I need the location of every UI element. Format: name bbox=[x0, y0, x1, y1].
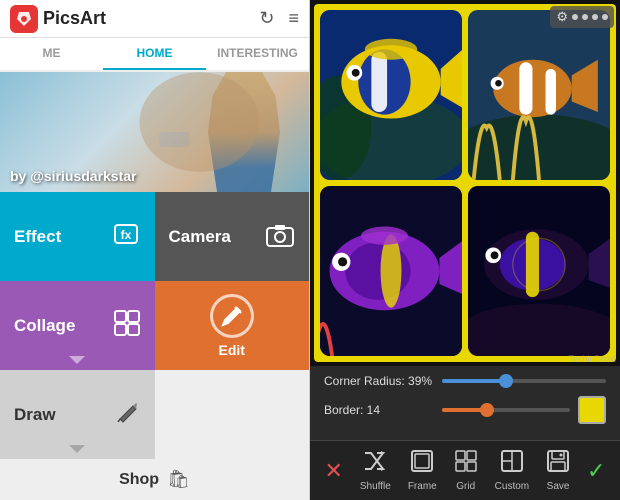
refresh-icon[interactable]: ↻ bbox=[259, 8, 274, 29]
corner-radius-fill bbox=[442, 379, 506, 383]
shuffle-button[interactable]: Shuffle bbox=[360, 449, 391, 492]
menu-item-draw[interactable]: Draw bbox=[0, 370, 155, 459]
menu-grid: Effect fx Camera Collage bbox=[0, 192, 309, 459]
save-button[interactable]: Save bbox=[546, 449, 570, 492]
photo-cell-2[interactable] bbox=[468, 10, 610, 180]
save-icon bbox=[546, 449, 570, 479]
gear-icon: ⚙ bbox=[556, 9, 568, 25]
hero-caption: by @siriusdarkstar bbox=[10, 168, 137, 184]
collage-arrow bbox=[69, 356, 85, 364]
frame-button[interactable]: Frame bbox=[408, 449, 437, 492]
dot-1 bbox=[572, 14, 578, 20]
bottom-toolbar: ✕ Shuffle Frame bbox=[310, 440, 620, 500]
border-label: Border: 14 bbox=[324, 403, 434, 417]
confirm-button[interactable]: ✓ bbox=[587, 458, 605, 484]
left-panel: PicsArt ↻ ≡ ME HOME INTERESTING by @siri… bbox=[0, 0, 310, 500]
custom-icon bbox=[500, 449, 524, 479]
corner-radius-track[interactable] bbox=[442, 379, 606, 383]
cancel-button[interactable]: ✕ bbox=[324, 458, 342, 484]
logo: PicsArt bbox=[10, 5, 106, 33]
edit-circle-icon bbox=[210, 294, 254, 338]
controls-area: Corner Radius: 39% Border: 14 bbox=[310, 366, 620, 440]
effect-icon: fx bbox=[111, 219, 141, 255]
tab-me[interactable]: ME bbox=[0, 38, 103, 70]
menu-item-camera[interactable]: Camera bbox=[155, 192, 310, 281]
dot-3 bbox=[592, 14, 598, 20]
shop-bar[interactable]: Shop 🛍 bbox=[0, 459, 309, 500]
draw-icon bbox=[115, 399, 141, 431]
dot-4 bbox=[602, 14, 608, 20]
gear-settings-overlay[interactable]: ⚙ bbox=[550, 6, 614, 28]
collage-icon bbox=[113, 309, 141, 343]
frame-icon bbox=[410, 449, 434, 479]
right-panel: ⚙ TechinDroid Corner Radius: 39% Border:… bbox=[310, 0, 620, 500]
logo-icon bbox=[10, 5, 38, 33]
border-track[interactable] bbox=[442, 408, 570, 412]
menu-item-effect[interactable]: Effect fx bbox=[0, 192, 155, 281]
border-color-swatch[interactable] bbox=[578, 396, 606, 424]
dot-2 bbox=[582, 14, 588, 20]
menu-item-collage[interactable]: Collage bbox=[0, 281, 155, 370]
corner-radius-thumb[interactable] bbox=[499, 374, 513, 388]
custom-button[interactable]: Custom bbox=[495, 449, 529, 492]
border-thumb[interactable] bbox=[480, 403, 494, 417]
app-header: PicsArt ↻ ≡ bbox=[0, 0, 309, 38]
header-icons: ↻ ≡ bbox=[259, 8, 299, 29]
collage-grid bbox=[314, 4, 616, 362]
collage-canvas: ⚙ TechinDroid bbox=[310, 0, 620, 366]
logo-text: PicsArt bbox=[43, 8, 106, 29]
photo-cell-4[interactable] bbox=[468, 186, 610, 356]
hero-banner: by @siriusdarkstar bbox=[0, 72, 309, 192]
shop-icon: 🛍 bbox=[167, 469, 190, 490]
watermark: TechinDroid bbox=[568, 354, 616, 364]
photo-cell-3[interactable] bbox=[320, 186, 462, 356]
border-row: Border: 14 bbox=[324, 396, 606, 424]
menu-item-edit[interactable]: Edit bbox=[155, 281, 310, 370]
draw-arrow bbox=[69, 445, 85, 453]
grid-button[interactable]: Grid bbox=[454, 449, 478, 492]
svg-text:fx: fx bbox=[120, 228, 131, 242]
photo-cell-1[interactable] bbox=[320, 10, 462, 180]
tab-interesting[interactable]: INTERESTING bbox=[206, 38, 309, 70]
tabs-bar: ME HOME INTERESTING bbox=[0, 38, 309, 72]
shuffle-icon bbox=[363, 449, 387, 479]
menu-icon[interactable]: ≡ bbox=[288, 8, 299, 29]
camera-icon bbox=[265, 220, 295, 254]
grid-icon bbox=[454, 449, 478, 479]
corner-radius-row: Corner Radius: 39% bbox=[324, 374, 606, 388]
tab-home[interactable]: HOME bbox=[103, 38, 206, 70]
empty-cell bbox=[155, 370, 310, 459]
corner-radius-label: Corner Radius: 39% bbox=[324, 374, 434, 388]
